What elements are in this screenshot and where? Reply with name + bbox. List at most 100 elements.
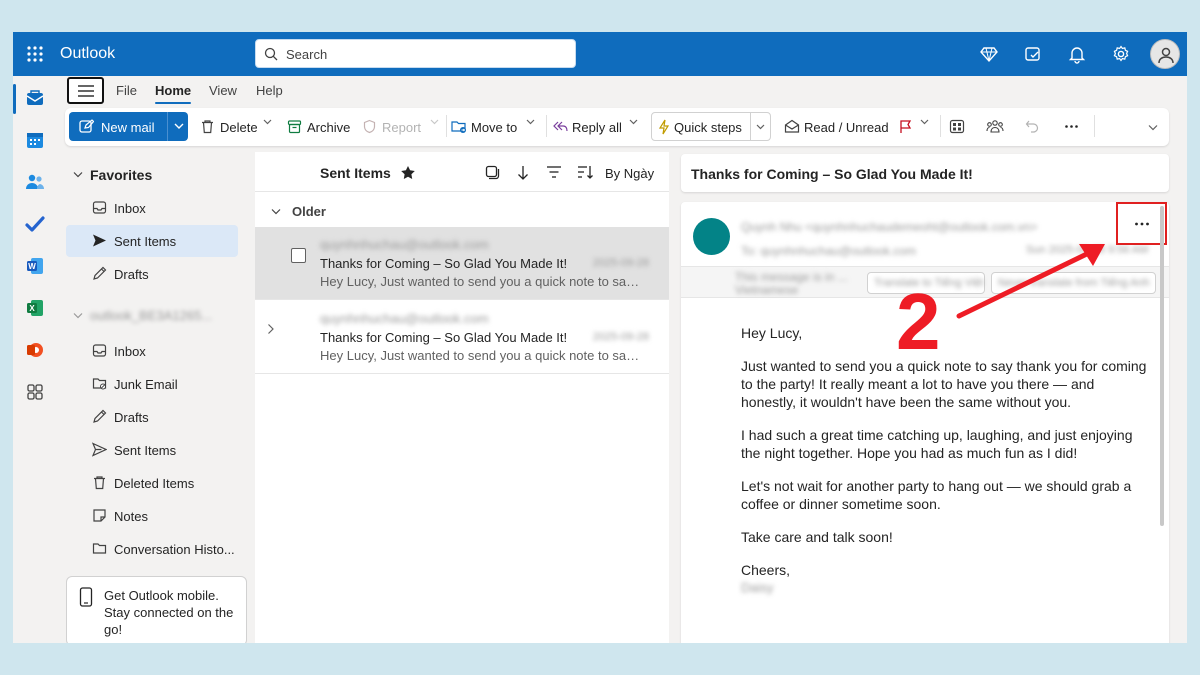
sort-icon[interactable] bbox=[577, 165, 593, 180]
search-input[interactable]: Search bbox=[255, 39, 576, 68]
message-preview: Hey Lucy, Just wanted to send you a quic… bbox=[320, 348, 645, 363]
reading-pane: Thanks for Coming – So Glad You Made It!… bbox=[681, 152, 1169, 643]
send-icon bbox=[92, 442, 107, 457]
message-list-header: Sent Items By Ngày bbox=[255, 152, 669, 192]
folder-pane: Favorites Inbox Sent Items Drafts outloo… bbox=[57, 152, 253, 643]
todo-check-icon[interactable] bbox=[25, 214, 45, 234]
message-row[interactable]: quynhnhuchau@outlook.com 2025-09-28 Than… bbox=[255, 301, 669, 374]
get-outlook-mobile-promo[interactable]: Get Outlook mobile. Stay connected on th… bbox=[66, 576, 247, 643]
new-mail-button[interactable]: New mail bbox=[69, 112, 188, 141]
my-day-icon[interactable] bbox=[1023, 44, 1043, 64]
ribbon-expand-chevron-icon[interactable] bbox=[1148, 124, 1158, 131]
conversation-subject: Thanks for Coming – So Glad You Made It! bbox=[691, 166, 973, 182]
folder-drafts[interactable]: Drafts bbox=[66, 401, 238, 433]
read-unread-label: Read / Unread bbox=[804, 120, 889, 135]
folder-conversation-history[interactable]: Conversation Histo... bbox=[66, 533, 238, 565]
junk-icon bbox=[92, 378, 107, 390]
chevron-down-icon[interactable] bbox=[526, 119, 535, 125]
app-name[interactable]: Outlook bbox=[60, 45, 115, 63]
account-label: outlook_BE3A1265... bbox=[90, 308, 213, 323]
folder-label: Deleted Items bbox=[114, 476, 195, 491]
shield-icon bbox=[363, 119, 376, 134]
folder-label: Notes bbox=[114, 509, 148, 524]
tab-file[interactable]: File bbox=[116, 83, 137, 98]
folder-sent-items[interactable]: Sent Items bbox=[66, 434, 238, 466]
calendar-icon[interactable] bbox=[25, 130, 45, 150]
grid-rules-icon bbox=[949, 119, 965, 134]
office-icon[interactable] bbox=[25, 340, 45, 360]
tab-help[interactable]: Help bbox=[256, 83, 283, 98]
hamburger-menu-button[interactable] bbox=[67, 77, 104, 104]
chevron-down-icon[interactable] bbox=[263, 119, 272, 125]
tab-view[interactable]: View bbox=[209, 83, 237, 98]
svg-text:W: W bbox=[28, 262, 36, 271]
trash-icon bbox=[94, 476, 105, 490]
folder-drafts-favorite[interactable]: Drafts bbox=[66, 258, 238, 290]
favorite-star-icon[interactable] bbox=[400, 165, 416, 180]
flag-icon bbox=[900, 120, 912, 133]
undo-icon bbox=[1025, 120, 1039, 133]
filter-icon[interactable] bbox=[546, 165, 562, 179]
flag-button[interactable] bbox=[898, 112, 930, 141]
chevron-down-icon[interactable] bbox=[756, 124, 765, 130]
chevron-down-icon[interactable] bbox=[920, 119, 929, 125]
reading-pane-scrollbar[interactable] bbox=[1160, 206, 1164, 526]
favorites-header[interactable]: Favorites bbox=[73, 167, 173, 187]
pencil-icon bbox=[93, 266, 107, 280]
folder-junk-email[interactable]: Junk Email bbox=[66, 368, 238, 400]
reply-all-button[interactable]: Reply all bbox=[552, 112, 640, 141]
message-checkbox[interactable] bbox=[291, 248, 306, 263]
people-icon[interactable] bbox=[25, 172, 45, 192]
hamburger-icon bbox=[78, 85, 94, 97]
message-sender: quynhnhuchau@outlook.com bbox=[320, 237, 489, 252]
gear-icon[interactable] bbox=[1111, 44, 1131, 64]
send-icon bbox=[93, 234, 106, 247]
account-avatar[interactable] bbox=[1150, 39, 1180, 69]
more-apps-icon[interactable] bbox=[25, 382, 45, 402]
undo-button[interactable] bbox=[1025, 112, 1045, 141]
folder-inbox-favorite[interactable]: Inbox bbox=[66, 192, 238, 224]
sort-by-label[interactable]: By Ngày bbox=[605, 166, 654, 181]
app-launcher-icon[interactable] bbox=[27, 46, 43, 62]
chevron-down-icon bbox=[73, 172, 83, 178]
mail-icon[interactable] bbox=[25, 88, 45, 108]
message-body: Hey Lucy, Just wanted to send you a quic… bbox=[741, 324, 1151, 612]
tab-home[interactable]: Home bbox=[155, 83, 192, 104]
archive-button[interactable]: Archive bbox=[287, 112, 353, 141]
folder-deleted-items[interactable]: Deleted Items bbox=[66, 467, 238, 499]
excel-icon[interactable]: X bbox=[25, 298, 45, 318]
sender-avatar[interactable] bbox=[693, 218, 730, 255]
select-mode-icon[interactable] bbox=[485, 165, 500, 180]
quick-steps-button[interactable]: Quick steps bbox=[651, 112, 771, 141]
folder-sent-items-favorite[interactable]: Sent Items bbox=[66, 225, 238, 257]
more-options-button[interactable] bbox=[1064, 112, 1084, 141]
chevron-down-icon[interactable] bbox=[174, 122, 184, 130]
chevron-down-icon[interactable] bbox=[430, 119, 439, 125]
group-header-older[interactable]: Older bbox=[292, 204, 326, 219]
read-unread-button[interactable]: Read / Unread bbox=[784, 112, 890, 141]
account-header[interactable]: outlook_BE3A1265... bbox=[73, 308, 243, 328]
folder-label: Junk Email bbox=[114, 377, 178, 392]
bell-icon[interactable] bbox=[1067, 44, 1087, 64]
folder-inbox[interactable]: Inbox bbox=[66, 335, 238, 367]
phone-icon bbox=[79, 587, 93, 607]
chevron-down-icon[interactable] bbox=[271, 208, 281, 215]
groups-button[interactable] bbox=[986, 112, 1006, 141]
folder-notes[interactable]: Notes bbox=[66, 500, 238, 532]
chevron-right-icon[interactable] bbox=[267, 323, 275, 335]
report-button[interactable]: Report bbox=[362, 112, 442, 141]
delete-button[interactable]: Delete bbox=[200, 112, 275, 141]
premium-diamond-icon[interactable] bbox=[979, 44, 999, 64]
favorites-label: Favorites bbox=[90, 167, 153, 183]
rail-selection-indicator bbox=[13, 84, 16, 114]
message-row[interactable]: quynhnhuchau@outlook.com 2025-09-28 Than… bbox=[255, 227, 669, 300]
chevron-down-icon[interactable] bbox=[629, 119, 638, 125]
move-to-button[interactable]: Move to bbox=[451, 112, 537, 141]
more-horizontal-icon bbox=[1065, 125, 1078, 128]
archive-icon bbox=[287, 120, 302, 134]
jump-to-icon[interactable] bbox=[516, 165, 530, 181]
rules-button[interactable] bbox=[949, 112, 969, 141]
word-icon[interactable]: W bbox=[25, 256, 45, 276]
envelope-open-icon bbox=[784, 119, 800, 133]
more-horizontal-icon bbox=[1135, 222, 1149, 226]
